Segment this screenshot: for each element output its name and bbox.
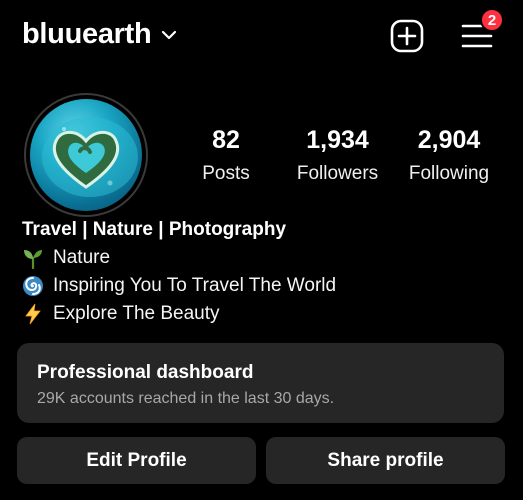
- professional-dashboard-card[interactable]: Professional dashboard 29K accounts reac…: [17, 343, 504, 423]
- followers-count[interactable]: 1,934 Followers: [285, 125, 390, 186]
- profile-page: bluuearth 2 82 Posts 1,934 Followers 2,9…: [0, 0, 523, 500]
- chevron-down-icon: [161, 27, 177, 43]
- following-count[interactable]: 2,904 Following: [400, 125, 498, 186]
- bio-line-text: Explore The Beauty: [53, 303, 220, 324]
- lightning-icon: [22, 303, 44, 325]
- posts-label: Posts: [202, 163, 250, 184]
- followers-value: 1,934: [306, 126, 369, 154]
- bio-line: Nature: [22, 244, 502, 272]
- seedling-icon: [22, 247, 44, 269]
- edit-profile-button[interactable]: Edit Profile: [17, 437, 256, 484]
- bio-title: Travel | Nature | Photography: [22, 219, 287, 240]
- following-label: Following: [408, 163, 490, 184]
- new-post-button[interactable]: [389, 19, 425, 58]
- posts-count[interactable]: 82 Posts: [186, 125, 266, 186]
- bio-line-text: Inspiring You To Travel The World: [53, 275, 337, 296]
- bio-line: Inspiring You To Travel The World: [22, 272, 502, 300]
- cyclone-icon: [22, 275, 44, 297]
- following-value: 2,904: [417, 126, 481, 154]
- username: bluuearth: [22, 18, 152, 50]
- account-switcher[interactable]: bluuearth: [22, 18, 177, 51]
- bio-line: Explore The Beauty: [22, 300, 502, 328]
- notification-badge: 2: [480, 8, 504, 32]
- profile-picture[interactable]: [24, 93, 148, 217]
- plus-square-icon: [390, 19, 424, 58]
- share-profile-button[interactable]: Share profile: [266, 437, 505, 484]
- profile-bio: Travel | Nature | Photography Nature Ins…: [22, 216, 502, 328]
- dashboard-subtitle: 29K accounts reached in the last 30 days…: [37, 390, 335, 407]
- avatar: [30, 99, 142, 211]
- dashboard-title: Professional dashboard: [37, 362, 254, 383]
- profile-header: bluuearth 2: [0, 0, 523, 76]
- posts-value: 82: [212, 126, 240, 154]
- heart-island-image: [42, 117, 138, 197]
- followers-label: Followers: [296, 163, 379, 184]
- bio-line-text: Nature: [53, 247, 111, 268]
